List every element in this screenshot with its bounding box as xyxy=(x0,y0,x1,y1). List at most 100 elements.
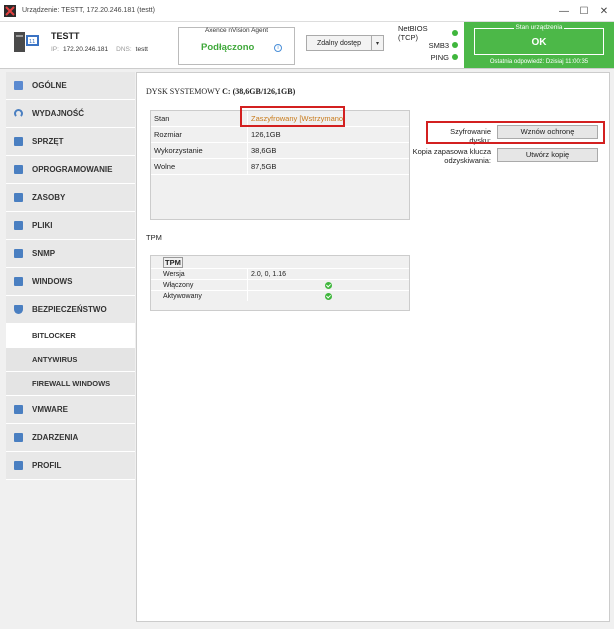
sidebar-item-windows[interactable]: WINDOWS xyxy=(6,268,135,296)
create-backup-button[interactable]: Utwórz kopię xyxy=(497,148,598,162)
check-icon xyxy=(325,281,332,289)
info-icon[interactable]: i xyxy=(274,44,282,52)
row-value: 38,6GB xyxy=(247,143,276,158)
protocol-name: PING xyxy=(430,52,449,62)
computer-icon: 11 xyxy=(14,32,39,52)
ip-value: 172.20.246.181 xyxy=(62,46,109,53)
tpm-table-header: TPM xyxy=(163,256,183,268)
snmp-icon xyxy=(14,249,23,258)
device-state-title: Stan urządzenia xyxy=(513,24,565,31)
dns-value: testt xyxy=(135,46,148,53)
protocol-status-list: NetBIOS (TCP) SMB3 PING xyxy=(398,24,458,63)
tpm-section-title: TPM xyxy=(146,233,162,242)
window-title: Urządzenie: TESTT, 172.20.246.181 (testt… xyxy=(22,7,155,14)
general-icon xyxy=(14,81,23,90)
sidebar-item-label: OGÓLNE xyxy=(32,81,67,90)
backup-key-label-line1: Kopia zapasowa klucza xyxy=(412,147,491,156)
backup-key-label-line2: odzyskiwania: xyxy=(444,156,491,165)
agent-status-box: Axence nVision Agent Podłączono i xyxy=(178,27,295,65)
sidebar-item-label: BEZPIECZEŃSTWO xyxy=(32,305,107,314)
sidebar-item-label: SPRZĘT xyxy=(32,137,64,146)
performance-icon xyxy=(14,109,23,118)
encryption-highlight-frame xyxy=(426,121,605,144)
sidebar-item-performance[interactable]: WYDAJNOŚĆ xyxy=(6,100,135,128)
app-logo-icon xyxy=(4,4,16,17)
remote-access-button[interactable]: Zdalny dostęp ▾ xyxy=(306,35,384,51)
row-key: Rozmiar xyxy=(154,130,182,139)
row-key: Wolne xyxy=(154,162,176,171)
tpm-version-value: 2.0, 0, 1.16 xyxy=(247,269,409,279)
table-row: Wykorzystanie 38,6GB xyxy=(151,143,409,159)
sidebar-subitem-firewall[interactable]: FIREWALL WINDOWS xyxy=(6,372,135,396)
agent-title: Axence nVision Agent xyxy=(204,27,269,34)
sidebar-item-events[interactable]: ZDARZENIA xyxy=(6,424,135,452)
hardware-icon xyxy=(14,137,23,146)
row-key: Aktywowany xyxy=(163,292,202,300)
row-key: Wykorzystanie xyxy=(154,146,203,155)
status-highlight-frame xyxy=(240,106,345,127)
sidebar-item-hardware[interactable]: SPRZĘT xyxy=(6,128,135,156)
events-icon xyxy=(14,433,23,442)
protocol-name: NetBIOS (TCP) xyxy=(398,24,428,42)
status-ok-icon xyxy=(452,42,458,48)
sidebar-item-general[interactable]: OGÓLNE xyxy=(6,72,135,100)
ip-label: IP: xyxy=(51,46,59,53)
device-address: IP: 172.20.246.181 DNS: testt xyxy=(51,46,148,53)
profile-icon xyxy=(14,461,23,470)
sidebar: OGÓLNE WYDAJNOŚĆ SPRZĘT OPROGRAMOWANIE Z… xyxy=(6,72,135,480)
sidebar-item-label: WYDAJNOŚĆ xyxy=(32,109,85,118)
table-row: Aktywowany xyxy=(151,290,409,301)
window-titlebar: Urządzenie: TESTT, 172.20.246.181 (testt… xyxy=(0,0,614,22)
system-disk-title-value: C: (38,6GB/126,1GB) xyxy=(222,87,296,96)
protocol-row: PING xyxy=(398,51,458,63)
dns-label: DNS: xyxy=(116,46,132,53)
sidebar-item-security[interactable]: BEZPIECZEŃSTWO xyxy=(6,296,135,324)
device-state-frame: Stan urządzenia OK xyxy=(474,24,604,55)
remote-access-label: Zdalny dostęp xyxy=(317,39,361,47)
last-response: Ostatnia odpowiedź: Dzisiaj 11:00:35 xyxy=(489,59,589,65)
device-name: TESTT xyxy=(51,31,80,41)
status-ok-icon xyxy=(452,54,458,60)
row-value: 126,1GB xyxy=(247,127,281,142)
sidebar-item-label: PLIKI xyxy=(32,221,53,230)
sidebar-item-label: OPROGRAMOWANIE xyxy=(32,165,113,174)
minimize-button[interactable]: — xyxy=(554,0,574,22)
check-icon xyxy=(325,292,332,300)
sidebar-item-label: SNMP xyxy=(32,249,56,258)
files-icon xyxy=(14,221,23,230)
table-row: Wersja 2.0, 0, 1.16 xyxy=(151,268,409,279)
windows-icon xyxy=(14,277,23,286)
sidebar-item-files[interactable]: PLIKI xyxy=(6,212,135,240)
row-key: Wersja xyxy=(163,270,185,278)
vmware-icon xyxy=(14,405,23,414)
row-key: Włączony xyxy=(163,281,194,289)
sidebar-item-label: ZASOBY xyxy=(32,193,66,202)
resources-icon xyxy=(14,193,23,202)
row-key: Stan xyxy=(154,114,170,123)
sidebar-item-label: WINDOWS xyxy=(32,277,73,286)
protocol-row: NetBIOS (TCP) xyxy=(398,24,458,42)
sidebar-subitem-antivirus[interactable]: ANTYWIRUS xyxy=(6,348,135,372)
backup-key-label: Kopia zapasowa klucza odzyskiwania: xyxy=(399,147,491,165)
protocol-name: SMB3 xyxy=(428,40,449,50)
sidebar-item-resources[interactable]: ZASOBY xyxy=(6,184,135,212)
sidebar-item-profile[interactable]: PROFIL xyxy=(6,452,135,480)
device-state-value: OK xyxy=(531,37,547,48)
bitlocker-panel: DYSK SYSTEMOWY C: (38,6GB/126,1GB) Stan … xyxy=(136,72,610,622)
shield-icon xyxy=(14,305,23,314)
system-disk-title: DYSK SYSTEMOWY C: (38,6GB/126,1GB) xyxy=(146,87,295,96)
svg-text:11: 11 xyxy=(29,39,35,45)
software-icon xyxy=(14,165,23,174)
table-row: Wolne 87,5GB xyxy=(151,159,409,175)
sidebar-item-snmp[interactable]: SNMP xyxy=(6,240,135,268)
chevron-down-icon[interactable]: ▾ xyxy=(371,36,383,50)
close-button[interactable]: ✕ xyxy=(594,0,614,22)
status-ok-icon xyxy=(452,30,458,36)
sidebar-item-software[interactable]: OPROGRAMOWANIE xyxy=(6,156,135,184)
sidebar-subitem-bitlocker[interactable]: BITLOCKER xyxy=(6,324,135,348)
agent-status: Podłączono xyxy=(201,42,255,53)
sidebar-item-vmware[interactable]: VMWARE xyxy=(6,396,135,424)
sidebar-item-label: ZDARZENIA xyxy=(32,433,79,442)
table-row: Rozmiar 126,1GB xyxy=(151,127,409,143)
maximize-button[interactable]: ☐ xyxy=(574,0,594,22)
